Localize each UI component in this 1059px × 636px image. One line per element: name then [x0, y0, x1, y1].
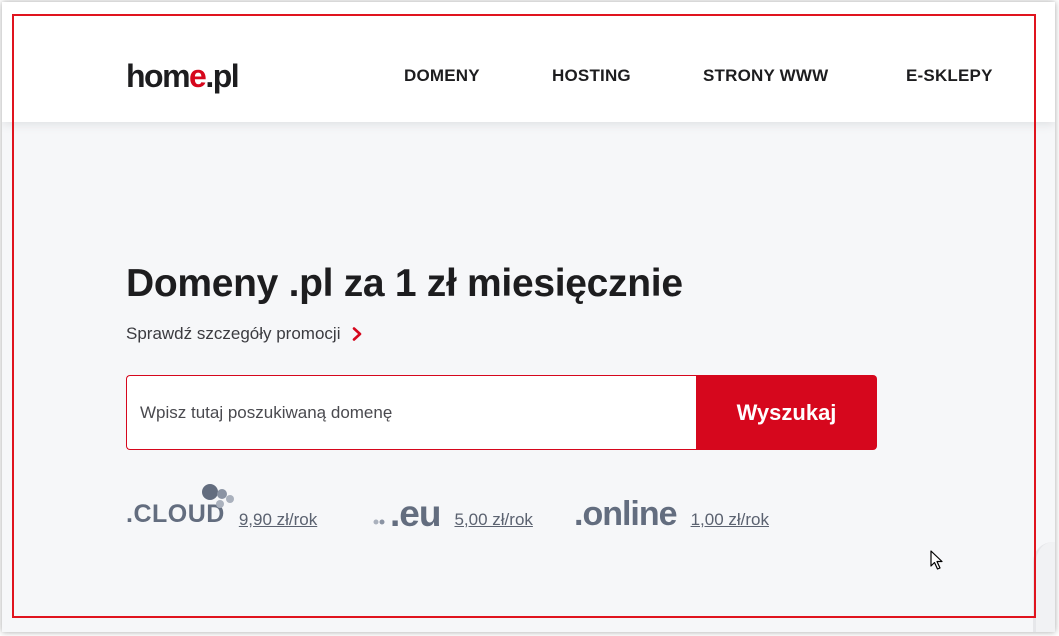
page-title: Domeny .pl za 1 zł miesięcznie	[126, 262, 683, 305]
tld-offer-cloud: .CLOUD 9,90 zł/rok	[126, 484, 317, 532]
tld-offer-online: .online 1,00 zł/rok	[574, 487, 769, 532]
hero-section: Domeny .pl za 1 zł miesięcznie Sprawdź s…	[2, 122, 1055, 632]
tld-offer-eu: .eu 5,00 zł/rok	[373, 487, 533, 532]
search-button[interactable]: Wyszukaj	[696, 375, 877, 450]
eu-price-link[interactable]: 5,00 zł/rok	[454, 510, 532, 532]
online-tld-logo: .online	[574, 495, 678, 533]
site-header: home.pl DOMENY HOSTING STRONY WWW E-SKLE…	[2, 2, 1055, 122]
main-nav: DOMENY HOSTING STRONY WWW E-SKLEPY	[2, 66, 1055, 90]
nav-item-domeny[interactable]: DOMENY	[404, 66, 480, 86]
domain-search-form: Wyszukaj	[126, 375, 877, 450]
eu-dots-icon	[373, 519, 385, 525]
nav-item-e-sklepy[interactable]: E-SKLEPY	[906, 66, 993, 86]
browser-viewport: home.pl DOMENY HOSTING STRONY WWW E-SKLE…	[2, 2, 1055, 632]
online-price-link[interactable]: 1,00 zł/rok	[691, 510, 769, 532]
chevron-right-icon	[353, 327, 362, 341]
eu-logo-text: .eu	[390, 493, 441, 534]
domain-search-input[interactable]	[126, 375, 696, 450]
nav-item-hosting[interactable]: HOSTING	[552, 66, 631, 86]
scrollbar-edge[interactable]	[1033, 542, 1055, 632]
promo-details-link[interactable]: Sprawdź szczegóły promocji	[126, 324, 364, 344]
cloud-tld-logo: .CLOUD	[126, 484, 234, 532]
cloud-dots-icon	[202, 484, 234, 508]
mouse-cursor-icon	[930, 550, 943, 570]
eu-tld-logo: .eu	[373, 493, 441, 534]
cloud-price-link[interactable]: 9,90 zł/rok	[239, 510, 317, 532]
promo-link-label: Sprawdź szczegóły promocji	[126, 324, 341, 343]
nav-item-strony-www[interactable]: STRONY WWW	[703, 66, 828, 86]
